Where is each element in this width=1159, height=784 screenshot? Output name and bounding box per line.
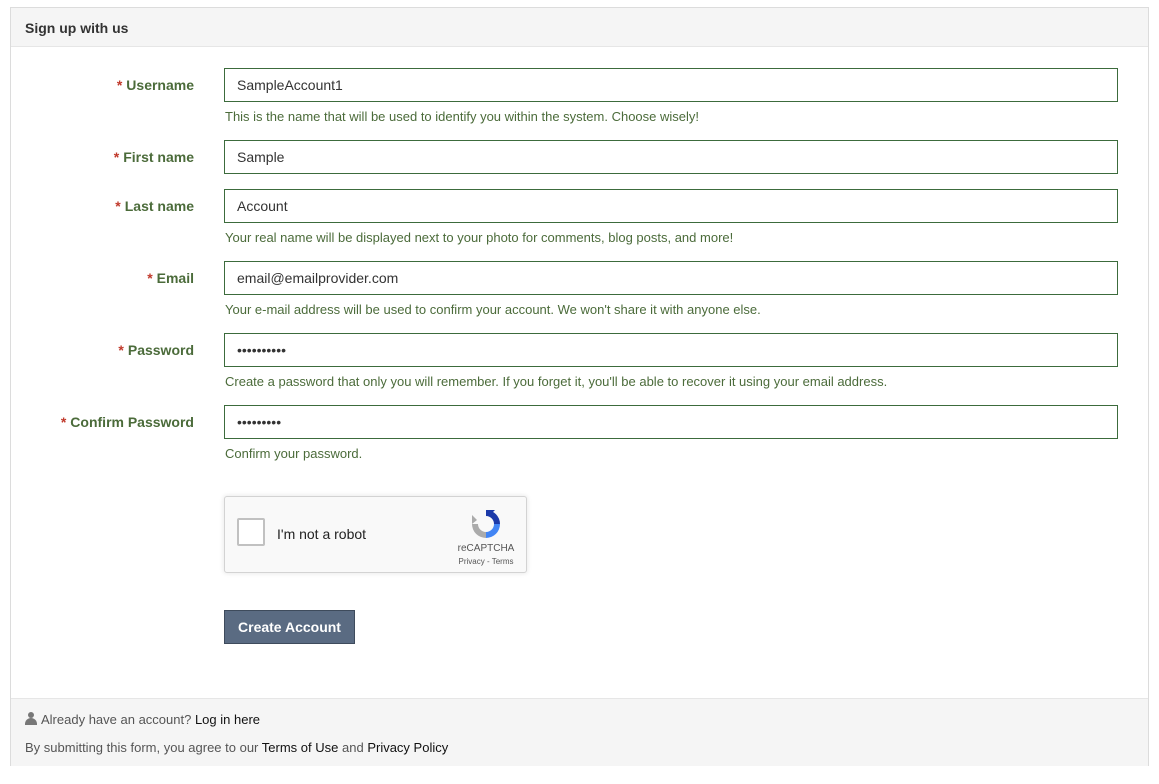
recaptcha-label: I'm not a robot [277, 526, 367, 542]
agreement-and: and [341, 740, 364, 755]
recaptcha-links[interactable]: Privacy - Terms [451, 557, 521, 566]
password-help: Create a password that only you will rem… [225, 374, 888, 389]
password-label: * Password [118, 342, 194, 358]
email-help: Your e-mail address will be used to conf… [225, 302, 761, 317]
recaptcha-checkbox[interactable] [237, 518, 265, 546]
required-marker: * [60, 414, 67, 430]
terms-link[interactable]: Terms of Use [262, 740, 339, 755]
email-input[interactable] [224, 261, 1118, 295]
username-label-text: Username [126, 77, 194, 93]
first-name-label-text: First name [123, 149, 194, 165]
username-input[interactable] [224, 68, 1118, 102]
required-marker: * [113, 149, 120, 165]
confirm-password-help: Confirm your password. [225, 446, 363, 461]
email-label: * Email [147, 270, 194, 286]
first-name-input[interactable] [224, 140, 1118, 174]
login-prompt: Already have an account? [41, 712, 192, 727]
confirm-password-input[interactable] [224, 405, 1118, 439]
recaptcha-icon [472, 510, 500, 538]
first-name-label: * First name [114, 149, 194, 165]
agreement-prefix: By submitting this form, you agree to ou… [25, 740, 259, 755]
user-icon [25, 712, 37, 725]
last-name-input[interactable] [224, 189, 1118, 223]
login-prompt-line: Already have an account? Log in here [25, 712, 260, 727]
recaptcha-brand: reCAPTCHA [457, 543, 515, 554]
username-help: This is the name that will be used to id… [225, 109, 699, 124]
name-help: Your real name will be displayed next to… [225, 230, 734, 245]
email-label-text: Email [156, 270, 194, 286]
panel-title: Sign up with us [25, 20, 129, 36]
required-marker: * [115, 198, 121, 214]
confirm-password-label-text: Confirm Password [70, 414, 194, 430]
password-label-text: Password [127, 342, 194, 358]
panel-footer: Already have an account? Log in here By … [11, 698, 1148, 766]
username-label: * Username [117, 77, 194, 93]
password-input[interactable] [224, 333, 1118, 367]
login-link[interactable]: Log in here [195, 712, 260, 727]
panel-header: Sign up with us [11, 8, 1148, 47]
create-account-button[interactable]: Create Account [224, 610, 355, 644]
last-name-label-text: Last name [124, 198, 194, 214]
recaptcha-widget: I'm not a robot reCAPTCHA Privacy - Term… [224, 496, 527, 573]
privacy-link[interactable]: Privacy Policy [367, 740, 448, 755]
signup-panel: Sign up with us *Username This is the na… [10, 7, 1149, 766]
last-name-label: * Last name [115, 198, 194, 214]
required-marker: * [147, 270, 153, 286]
required-marker: * [118, 342, 124, 358]
confirm-password-label: * Confirm Password [61, 414, 194, 430]
agreement-line: By submitting this form, you agree to ou… [25, 740, 448, 755]
required-marker: * [116, 77, 123, 93]
